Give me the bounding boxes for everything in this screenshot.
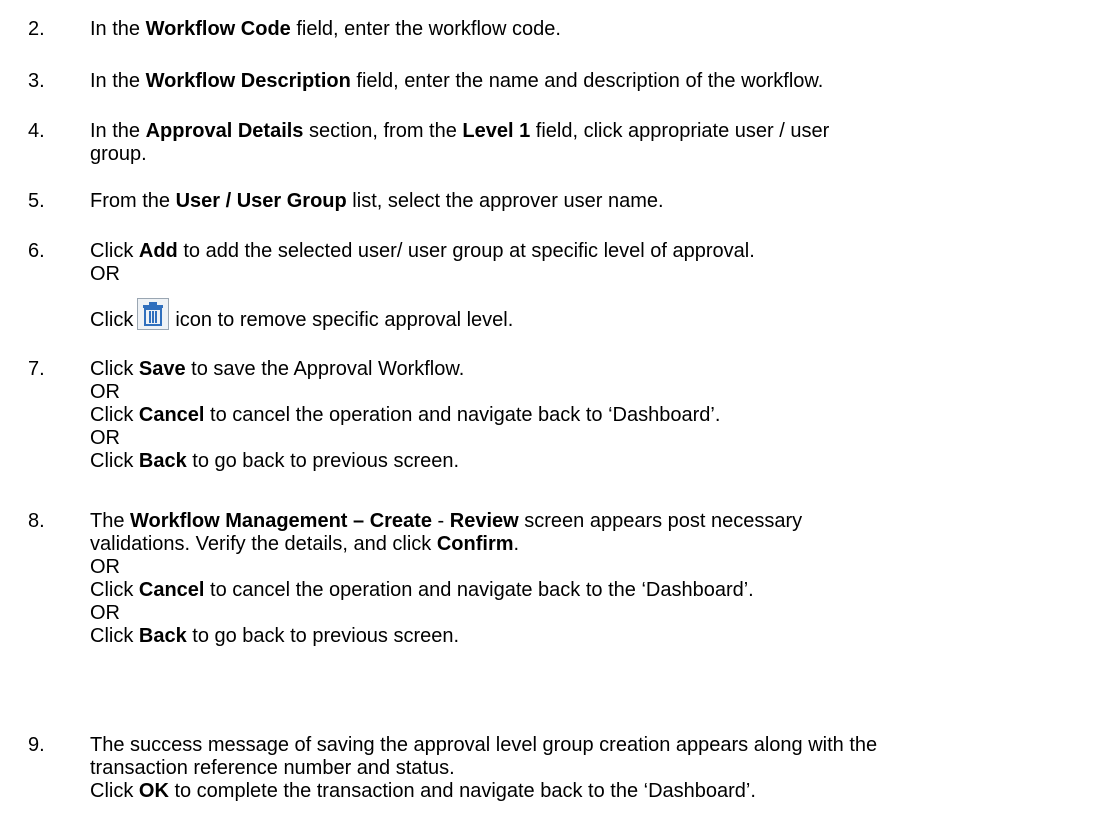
step-text: In the Workflow Description field, enter…: [90, 70, 824, 92]
step-text: Click Add to add the selected user/ user…: [90, 240, 755, 331]
step-text: In the Workflow Code field, enter the wo…: [90, 18, 561, 40]
step-number: 6.: [28, 240, 45, 262]
step-number: 7.: [28, 358, 45, 380]
step-number: 2.: [28, 18, 45, 40]
step-number: 9.: [28, 734, 45, 756]
step-text: From the User / User Group list, select …: [90, 190, 664, 212]
step-number: 3.: [28, 70, 45, 92]
step-text: In the Approval Details section, from th…: [90, 120, 830, 165]
step-text: The success message of saving the approv…: [90, 734, 878, 802]
step-number: 5.: [28, 190, 45, 212]
step-text: Click Save to save the Approval Workflow…: [90, 358, 721, 472]
step-number: 4.: [28, 120, 45, 142]
trash-icon: [137, 298, 170, 330]
step-text: The Workflow Management – Create - Revie…: [90, 510, 803, 647]
step-number: 8.: [28, 510, 45, 532]
